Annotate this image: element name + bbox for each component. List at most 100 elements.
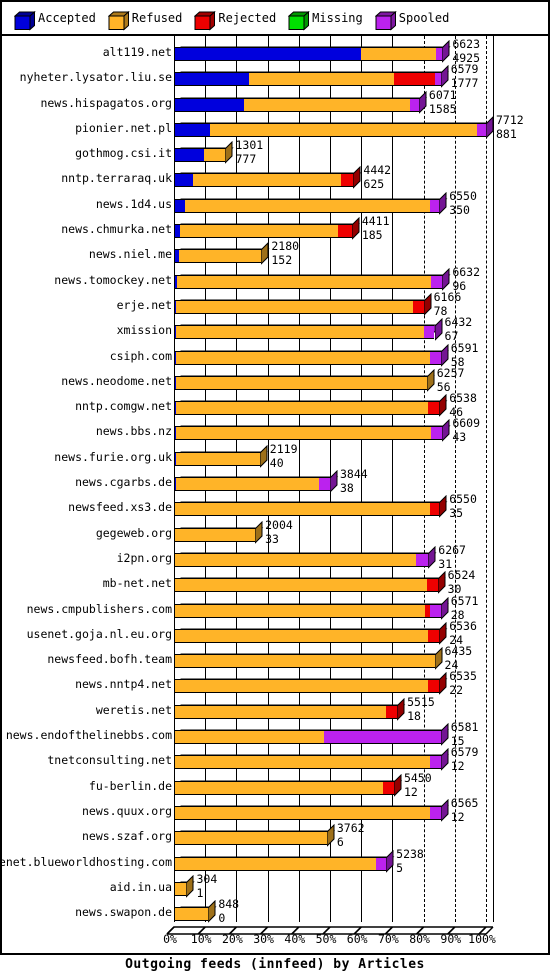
bar-row[interactable]: newsfeed.bofh.team 6435 24	[2, 643, 548, 672]
bar-row[interactable]: news.bbs.nz 6609 43	[2, 415, 548, 444]
stacked-bar[interactable]	[174, 426, 443, 441]
bar-segment-rejected	[340, 173, 354, 188]
bar-row[interactable]: news.endofthelinebbs.com 6581 15	[2, 719, 548, 748]
bar-row[interactable]: tnetconsulting.net 6579 12	[2, 744, 548, 773]
bar-row[interactable]: csiph.com 6591 58	[2, 340, 548, 369]
bar-segment-refused	[184, 198, 430, 213]
stacked-bar[interactable]	[174, 249, 262, 264]
stacked-bar[interactable]	[174, 148, 226, 163]
stacked-bar[interactable]	[174, 122, 486, 137]
stacked-bar[interactable]	[174, 375, 427, 390]
bar-row[interactable]: i2pn.org 6267 31	[2, 542, 548, 571]
stacked-bar[interactable]	[174, 173, 354, 188]
stacked-bar[interactable]	[174, 654, 435, 669]
bar-side-face	[440, 343, 449, 367]
bar-segment-rejected	[428, 679, 440, 694]
bar-side-face	[441, 419, 450, 443]
bar-side-face	[438, 672, 447, 696]
stacked-bar[interactable]	[174, 805, 442, 820]
bar-area: 5450 12	[172, 770, 486, 799]
bar-segment-spooled	[436, 47, 443, 61]
stacked-bar[interactable]	[174, 628, 440, 643]
bar-row[interactable]: newsfeed.xs3.de 6550 35	[2, 491, 548, 520]
bar-row[interactable]: news.tomockey.net 6632 96	[2, 264, 548, 293]
stacked-bar[interactable]	[174, 679, 440, 694]
bar-top-face	[172, 166, 362, 181]
cube-icon	[194, 10, 217, 31]
bar-row[interactable]: news.hispagatos.org 6071 1585	[2, 87, 548, 116]
bar-row[interactable]: fu-berlin.de 5450 12	[2, 770, 548, 799]
stacked-bar[interactable]	[174, 97, 419, 112]
x-tick-label: 80%	[409, 932, 430, 946]
bar-side-face	[326, 823, 335, 848]
stacked-bar[interactable]	[174, 552, 429, 567]
stacked-bar[interactable]	[174, 198, 440, 213]
stacked-bar[interactable]	[174, 730, 442, 745]
bar-area: 6166 78	[172, 289, 486, 318]
bar-row[interactable]: xmission 6432 67	[2, 314, 548, 343]
stacked-bar[interactable]	[174, 325, 435, 340]
bar-row[interactable]: nntp.terraraq.uk 4442 625	[2, 162, 548, 191]
bar-row[interactable]: erje.net 6166 78	[2, 289, 548, 318]
x-axis: 0% 10% 20% 30% 40% 50% 60% 70% 80% 90% 100%	[2, 922, 548, 953]
bar-area: 6565 12	[172, 795, 486, 824]
stacked-bar[interactable]	[174, 47, 443, 61]
bar-segment-refused	[175, 780, 384, 795]
bar-segment-rejected	[393, 72, 435, 87]
legend-item-rejected: Rejected	[182, 2, 276, 34]
stacked-bar[interactable]	[174, 881, 188, 896]
stacked-bar[interactable]	[174, 603, 441, 618]
bar-row[interactable]: news.niel.me 2180 152	[2, 238, 548, 267]
row-label: news.hispagatos.org	[40, 95, 172, 110]
bar-row[interactable]: usenet.blueworldhosting.com 5238 5	[0, 846, 548, 875]
stacked-bar[interactable]	[174, 224, 352, 239]
stacked-bar[interactable]	[174, 907, 209, 922]
bar-row[interactable]: gothmog.csi.it 1301 777	[2, 137, 548, 166]
bar-row[interactable]: mb-net.net 6524 30	[2, 567, 548, 596]
bar-row[interactable]: weretis.net 5515 18	[2, 694, 548, 723]
bar-row[interactable]: news.chmurka.net 4411 185	[2, 213, 548, 242]
stacked-bar[interactable]	[174, 350, 441, 365]
stacked-bar[interactable]	[174, 502, 440, 517]
stacked-bar[interactable]	[174, 299, 424, 314]
bar-row[interactable]: news.nntp4.net 6535 22	[2, 668, 548, 697]
bar-row[interactable]: alt119.net 6623 4925	[2, 36, 548, 65]
stacked-bar[interactable]	[174, 451, 260, 466]
bar-side-face	[185, 874, 194, 899]
stacked-bar[interactable]	[174, 527, 256, 542]
bar-row[interactable]: news.cmpublishers.com 6571 28	[2, 593, 548, 622]
bar-top-face	[172, 748, 449, 763]
bar-row[interactable]: aid.in.ua 304 1	[2, 871, 548, 900]
bar-row[interactable]: nntp.comgw.net 6538 46	[2, 390, 548, 419]
bar-row[interactable]: news.1d4.us 6550 350	[2, 188, 548, 217]
bar-segment-refused	[177, 274, 432, 289]
bar-top-face	[172, 647, 443, 662]
stacked-bar[interactable]	[174, 780, 395, 795]
bar-row[interactable]: pionier.net.pl 7712 881	[2, 112, 548, 141]
bar-row[interactable]: news.cgarbs.de 3844 38	[2, 466, 548, 495]
bar-row[interactable]: news.furie.org.uk 2119 40	[2, 441, 548, 470]
bar-row[interactable]: news.quux.org 6565 12	[2, 795, 548, 824]
bar-segment-refused	[176, 350, 430, 365]
bar-row[interactable]: gegeweb.org 2004 33	[2, 517, 548, 546]
bar-top-face	[172, 91, 428, 106]
stacked-bar[interactable]	[174, 831, 328, 846]
bar-row[interactable]: nyheter.lysator.liu.se 6579 1777	[2, 61, 548, 90]
bar-top-face	[172, 268, 451, 283]
stacked-bar[interactable]	[174, 578, 438, 593]
bar-row[interactable]: news.szaf.org 3762 6	[2, 820, 548, 849]
bar-row[interactable]: news.swapon.de 848 0	[2, 896, 548, 925]
bar-row[interactable]: news.neodome.net 6257 56	[2, 365, 548, 394]
stacked-bar[interactable]	[174, 704, 398, 719]
stacked-bar[interactable]	[174, 401, 440, 416]
stacked-bar[interactable]	[174, 477, 330, 492]
stacked-bar[interactable]	[174, 755, 442, 770]
stacked-bar[interactable]	[174, 856, 387, 871]
bar-segment-refused	[175, 755, 431, 770]
x-tick-label: 70%	[378, 932, 399, 946]
stacked-bar[interactable]	[174, 274, 443, 289]
bar-segment-spooled	[429, 603, 441, 618]
bar-side-face	[385, 849, 394, 873]
stacked-bar[interactable]	[174, 72, 441, 87]
bar-row[interactable]: usenet.goja.nl.eu.org 6536 24	[2, 618, 548, 647]
